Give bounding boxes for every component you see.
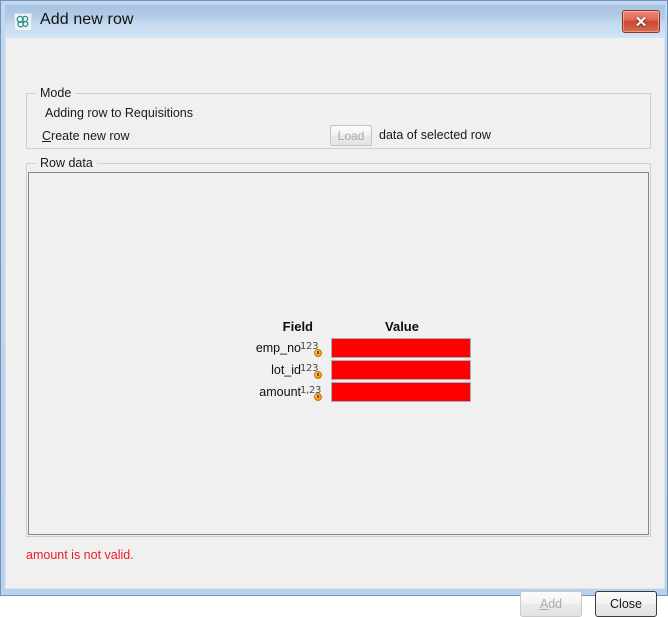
value-input-amount[interactable] — [331, 382, 471, 402]
mode-status-text: Adding row to Requisitions — [45, 106, 193, 120]
dialog-window: Add new row ✕ Mode Adding row to Requisi… — [0, 0, 668, 617]
table-row: emp_no 123 — [227, 338, 471, 360]
close-icon: ✕ — [634, 13, 648, 31]
key-badge-icon — [314, 371, 322, 379]
numeric-type-icon: 123 — [300, 341, 322, 357]
window-title: Add new row — [40, 11, 134, 28]
title-bar: Add new row ✕ — [5, 4, 665, 38]
value-input-lot-id[interactable] — [331, 360, 471, 380]
load-button[interactable]: Load — [330, 125, 372, 146]
field-value-table: Field Value emp_no 123 lot_id 123 amount… — [227, 319, 471, 404]
create-mnemonic: C — [42, 129, 52, 143]
column-header-field: Field — [282, 319, 313, 334]
decimal-type-icon: 1,23 — [300, 385, 322, 401]
add-button[interactable]: Add — [520, 591, 582, 617]
key-badge-icon — [314, 393, 322, 401]
mode-groupbox: Mode Adding row to Requisitions Create n… — [26, 86, 651, 149]
dialog-client-area: Mode Adding row to Requisitions Create n… — [5, 38, 665, 617]
load-button-description: data of selected row — [379, 128, 491, 142]
app-molecule-icon — [14, 13, 32, 31]
key-badge-icon — [314, 349, 322, 357]
table-row: amount 1,23 — [227, 382, 471, 404]
validation-error-message: amount is not valid. — [26, 548, 134, 562]
field-label-emp-no: emp_no — [255, 341, 301, 355]
window-close-button[interactable]: ✕ — [622, 10, 660, 33]
row-data-groupbox: Row data Field Value emp_no 123 lot_id 1… — [26, 156, 651, 537]
table-header-row: Field Value — [227, 319, 453, 338]
field-label-lot-id: lot_id — [271, 363, 301, 377]
add-mnemonic: A — [539, 597, 549, 611]
mode-group-title: Mode — [36, 86, 76, 100]
column-header-value: Value — [385, 319, 419, 334]
create-rest: reate new row — [51, 129, 130, 143]
row-data-panel: Field Value emp_no 123 lot_id 123 amount… — [28, 172, 649, 535]
add-rest: dd — [548, 597, 563, 611]
value-input-emp-no[interactable] — [331, 338, 471, 358]
close-dialog-button[interactable]: Close — [595, 591, 657, 617]
table-row: lot_id 123 — [227, 360, 471, 382]
create-new-row-label: Create new row — [42, 129, 130, 143]
field-label-amount: amount — [259, 385, 301, 399]
row-data-group-title: Row data — [36, 156, 97, 170]
numeric-type-icon: 123 — [300, 363, 322, 379]
